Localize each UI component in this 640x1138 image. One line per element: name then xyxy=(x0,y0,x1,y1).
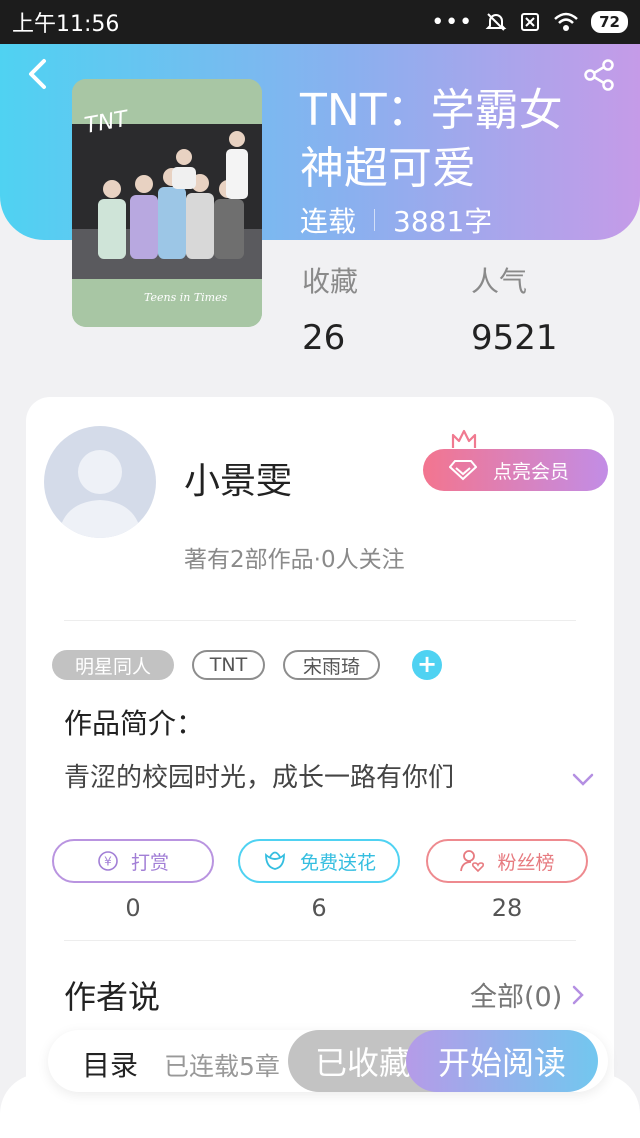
reward-label: 打赏 xyxy=(130,851,169,874)
author-avatar[interactable] xyxy=(44,426,156,538)
send-flower-label: 免费送花 xyxy=(299,851,376,874)
fan-ranking-button[interactable]: 粉丝榜 xyxy=(426,839,588,883)
section-divider xyxy=(64,940,576,941)
start-reading-label: 开始阅读 xyxy=(437,1044,566,1082)
author-name[interactable]: 小景雯 xyxy=(184,452,292,504)
wifi-icon xyxy=(554,12,578,31)
back-icon[interactable] xyxy=(22,56,52,92)
reward-button[interactable]: ¥ 打赏 xyxy=(52,839,214,883)
send-flower-button[interactable]: 免费送花 xyxy=(238,839,400,883)
favorites-value: 26 xyxy=(302,318,346,358)
battery-icon: 72 xyxy=(591,11,628,33)
favorites-label: 收藏 xyxy=(302,265,359,298)
intro-heading: 作品简介： xyxy=(64,707,205,740)
reward-count: 0 xyxy=(125,894,141,922)
start-reading-button[interactable]: 开始阅读 xyxy=(406,1030,598,1092)
author-says-heading: 作者说 xyxy=(64,978,161,1016)
book-title-line1: TNT：学霸女 xyxy=(300,85,563,136)
chevron-right-icon xyxy=(573,985,585,1004)
author-works-info: 著有2部作品·0人关注 xyxy=(184,547,405,573)
book-word-count: 3881字 xyxy=(393,205,493,238)
author-says-all-link[interactable]: 全部(0) xyxy=(470,975,585,1014)
book-status: 连载 xyxy=(300,205,357,238)
serial-info: 已连载5章 xyxy=(164,1052,280,1081)
mute-bell-icon xyxy=(485,13,507,31)
fan-ranking-label: 粉丝榜 xyxy=(497,851,555,874)
more-notifications-icon: ••• xyxy=(431,9,474,35)
chevron-down-icon[interactable] xyxy=(572,772,594,788)
cover-caption: Teens in Times xyxy=(144,291,228,304)
vip-label: 点亮会员 xyxy=(493,460,570,483)
add-tag-button[interactable]: + xyxy=(412,650,442,680)
book-title: TNT：学霸女 神超可爱 xyxy=(300,82,600,198)
flower-icon xyxy=(265,851,285,870)
status-bar: 上午11:56 ••• 72 xyxy=(0,0,640,44)
svg-text:¥: ¥ xyxy=(104,855,112,869)
tag-person[interactable]: 宋雨琦 xyxy=(283,650,380,680)
toc-button[interactable]: 目录 xyxy=(82,1044,138,1084)
flower-count: 6 xyxy=(311,894,327,922)
favorites-stat: 收藏 26 xyxy=(302,260,358,358)
status-time: 上午11:56 xyxy=(12,12,120,37)
author-says-all-label: 全部(0) xyxy=(470,982,563,1013)
fan-count: 28 xyxy=(491,894,523,922)
saved-label: 已收藏 xyxy=(314,1044,411,1082)
book-cover[interactable]: TNT Teens in Times xyxy=(72,79,262,327)
section-divider xyxy=(64,620,576,621)
fan-icon xyxy=(460,850,485,873)
diamond-icon xyxy=(449,460,477,481)
cover-image: TNT Teens in Times xyxy=(72,79,262,327)
status-icons: ••• 72 xyxy=(431,10,628,35)
default-avatar-icon xyxy=(58,450,142,538)
popularity-label: 人气 xyxy=(471,265,528,298)
meta-divider xyxy=(374,209,376,231)
yen-coin-icon: ¥ xyxy=(98,851,118,871)
no-sim-icon xyxy=(521,13,540,31)
book-title-line2: 神超可爱 xyxy=(300,143,476,194)
vip-button[interactable]: 点亮会员 xyxy=(423,449,608,491)
popularity-value: 9521 xyxy=(471,318,558,358)
tag-tnt[interactable]: TNT xyxy=(192,650,265,680)
popularity-stat: 人气 9521 xyxy=(471,260,558,358)
intro-text: 青涩的校园时光，成长一路有你们 xyxy=(64,763,455,793)
book-meta: 连载 3881字 xyxy=(300,200,492,240)
tag-genre[interactable]: 明星同人 xyxy=(52,650,174,680)
